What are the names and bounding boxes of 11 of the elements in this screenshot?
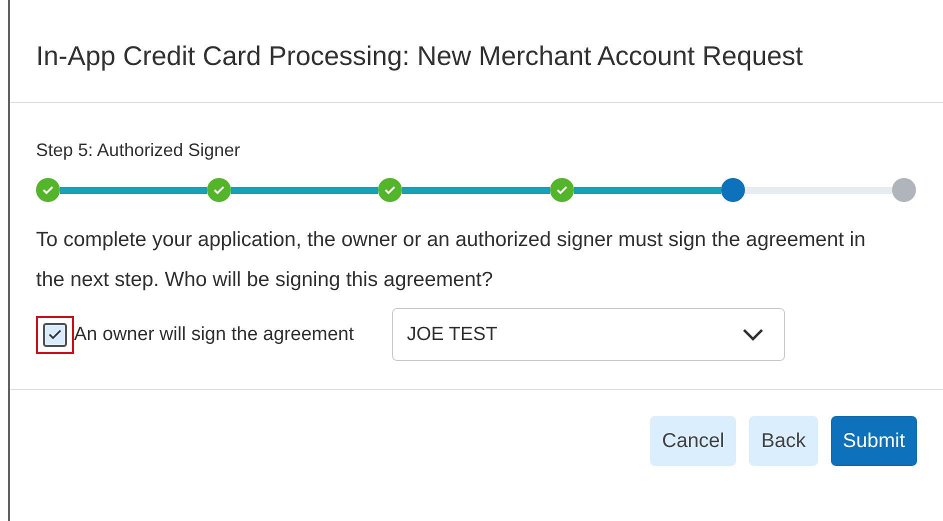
secondary-button[interactable]: Cancel (650, 416, 736, 466)
step-label: Step 5: Authorized Signer (36, 139, 242, 162)
owner-checkbox[interactable] (43, 322, 67, 347)
secondary-button[interactable]: Back (749, 416, 818, 466)
signer-dropdown[interactable]: JOE TEST (392, 308, 785, 362)
instruction-text: To complete your application, the owner or an authorized signer must sign the agreement in the next step. Who will be signing this agreement? (36, 227, 866, 294)
checkbox-label[interactable]: An owner will sign the agreement (74, 320, 354, 350)
submit-button[interactable]: Submit (830, 416, 917, 466)
checkmark-icon (48, 329, 62, 340)
chevron-down-icon (742, 328, 764, 342)
dialog-title: In-App Credit Card Processing: New Merchant Account Request (36, 40, 804, 72)
